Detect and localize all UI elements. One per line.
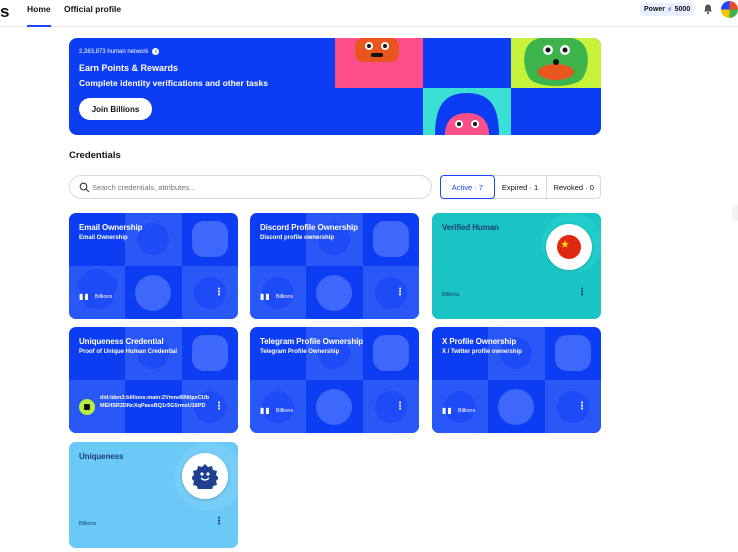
tab-home[interactable]: Home <box>27 4 51 27</box>
issuer-name: Billions <box>94 293 113 300</box>
uniqueness-badge <box>182 453 228 499</box>
issuer-did: did:iden3:billions:main:2VmneBNitpxCUbME… <box>100 395 210 409</box>
card-title: Uniqueness Credential <box>79 337 164 346</box>
card-issuer: Billions <box>442 292 459 298</box>
banner-title: Earn Points & Rewards <box>79 63 179 73</box>
filter-active[interactable]: Active · 7 <box>440 175 495 199</box>
search-input[interactable] <box>92 179 422 196</box>
credential-search[interactable] <box>69 175 432 199</box>
credential-card-uniqueness[interactable]: Uniqueness Billions ⋮ <box>69 442 238 548</box>
power-label: Power <box>644 6 666 13</box>
issuer-name: Billions <box>275 407 294 414</box>
card-title: Verified Human <box>442 223 499 232</box>
network-count: 2,383,873 human network i <box>79 48 160 55</box>
status-filter: Active · 7 Expired · 1 Revoked · 0 <box>440 175 601 199</box>
join-billions-button[interactable]: Join Billions <box>79 98 152 120</box>
more-options-icon[interactable]: ⋮ <box>577 288 587 298</box>
more-options-icon[interactable]: ⋮ <box>577 402 587 412</box>
billions-logo-icon: ▮▮ <box>260 406 271 415</box>
issuer-name: Billions <box>457 407 476 414</box>
credential-card-email[interactable]: Email Ownership Email Ownership ▮▮ Billi… <box>69 213 238 319</box>
lightning-icon: ⚡ <box>667 5 673 14</box>
app-logo[interactable]: s <box>0 2 9 22</box>
search-icon <box>79 182 90 193</box>
card-issuer: ▮▮ Billions <box>79 292 112 301</box>
power-badge[interactable]: Power ⚡ 5000 <box>640 3 695 16</box>
card-subtitle: Proof of Unique Human Credential <box>79 349 178 355</box>
card-issuer: Billions <box>79 521 96 527</box>
credentials-heading: Credentials <box>69 150 121 161</box>
card-title: Email Ownership <box>79 223 143 232</box>
issuer-avatar-icon <box>79 399 95 415</box>
top-navigation: s Home Official profile Power ⚡ 5000 <box>0 0 738 27</box>
billions-logo-icon: ▮▮ <box>442 406 453 415</box>
smiley-mascot-icon <box>192 464 218 489</box>
credential-card-discord[interactable]: Discord Profile Ownership Discord profil… <box>250 213 419 319</box>
credential-card-x-profile[interactable]: X Profile Ownership X / Twitter profile … <box>432 327 601 433</box>
card-title: Discord Profile Ownership <box>260 223 358 232</box>
card-subtitle: Discord profile ownership <box>260 235 335 241</box>
side-handle[interactable] <box>732 205 738 221</box>
more-options-icon[interactable]: ⋮ <box>395 288 405 298</box>
credential-card-telegram[interactable]: Telegram Profile Ownership Telegram Prof… <box>250 327 419 433</box>
tab-official-profile[interactable]: Official profile <box>64 4 121 27</box>
more-options-icon[interactable]: ⋮ <box>214 402 224 412</box>
more-options-icon[interactable]: ⋮ <box>214 288 224 298</box>
more-options-icon[interactable]: ⋮ <box>395 402 405 412</box>
rewards-banner: 2,383,873 human network i Earn Points & … <box>69 38 601 135</box>
credential-card-verified-human[interactable]: Verified Human Billions ⋮ <box>432 213 601 319</box>
card-title: Telegram Profile Ownership <box>260 337 364 346</box>
filter-expired[interactable]: Expired · 1 <box>494 176 548 198</box>
card-issuer: ▮▮ Billions <box>442 406 475 415</box>
filter-revoked[interactable]: Revoked · 0 <box>547 176 600 198</box>
card-issuer: ▮▮ Billions <box>260 292 293 301</box>
card-issuer: ▮▮ Billions <box>260 406 293 415</box>
user-avatar[interactable] <box>721 1 738 18</box>
info-icon[interactable]: i <box>152 48 160 55</box>
china-flag-badge <box>546 224 592 270</box>
network-count-text: 2,383,873 human network <box>79 48 149 55</box>
card-subtitle: X / Twitter profile ownership <box>442 349 522 355</box>
issuer-name: Billions <box>442 292 460 298</box>
billions-logo-icon: ▮▮ <box>260 292 271 301</box>
card-title: X Profile Ownership <box>442 337 517 346</box>
billions-logo-icon: ▮▮ <box>79 292 90 301</box>
banner-mascot-artwork <box>335 38 601 135</box>
issuer-name: Billions <box>275 293 294 300</box>
power-value: 5000 <box>674 6 691 13</box>
card-title: Uniqueness <box>79 452 124 461</box>
notification-bell-icon[interactable] <box>702 3 714 15</box>
credential-card-uniqueness-credential[interactable]: Uniqueness Credential Proof of Unique Hu… <box>69 327 238 433</box>
china-flag-icon <box>557 235 581 259</box>
card-subtitle: Telegram Profile Ownership <box>260 349 340 355</box>
card-subtitle: Email Ownership <box>79 235 128 241</box>
issuer-name: Billions <box>79 521 97 527</box>
more-options-icon[interactable]: ⋮ <box>214 517 224 527</box>
banner-subtitle: Complete identity verifications and othe… <box>79 78 268 88</box>
